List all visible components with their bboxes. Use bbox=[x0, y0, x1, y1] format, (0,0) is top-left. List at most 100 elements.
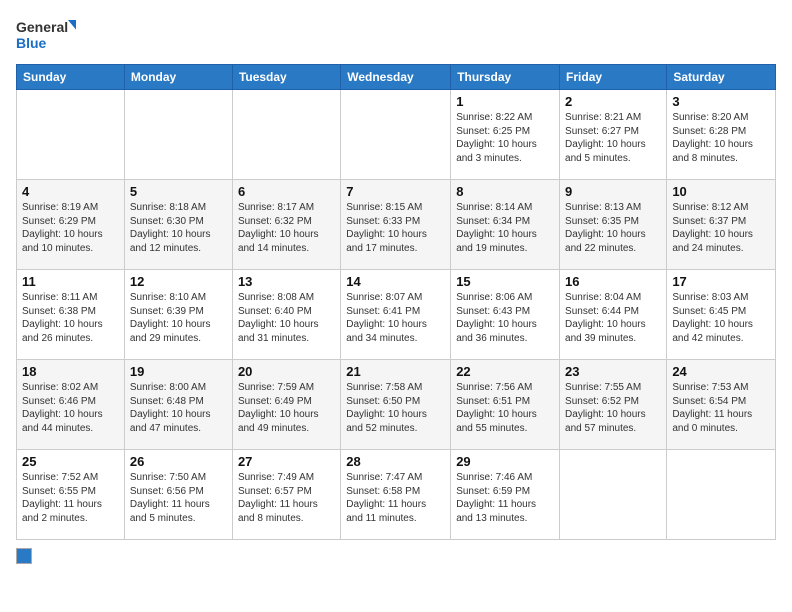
svg-text:Blue: Blue bbox=[16, 35, 47, 51]
day-number: 3 bbox=[672, 94, 770, 109]
day-number: 11 bbox=[22, 274, 119, 289]
calendar-day-cell: 23 Sunrise: 7:55 AM Sunset: 6:52 PM Dayli… bbox=[560, 360, 667, 450]
calendar-day-cell: 19 Sunrise: 8:00 AM Sunset: 6:48 PM Dayli… bbox=[124, 360, 232, 450]
calendar-day-cell: 1Sunrise: 8:22 AM Sunset: 6:25 PM Daylig… bbox=[451, 90, 560, 180]
day-number: 17 bbox=[672, 274, 770, 289]
day-info: Sunrise: 8:21 AM Sunset: 6:27 PM Dayligh… bbox=[565, 111, 661, 165]
day-info: Sunrise: 8:12 AM Sunset: 6:37 PM Dayligh… bbox=[672, 201, 770, 255]
day-number: 20 bbox=[238, 364, 335, 379]
calendar-day-cell bbox=[124, 90, 232, 180]
calendar-day-cell: 10Sunrise: 8:12 AM Sunset: 6:37 PM Dayli… bbox=[667, 180, 776, 270]
day-number: 18 bbox=[22, 364, 119, 379]
day-info: Sunrise: 7:47 AM Sunset: 6:58 PM Dayligh… bbox=[346, 471, 445, 525]
calendar-day-header: Saturday bbox=[667, 65, 776, 90]
day-info: Sunrise: 8:11 AM Sunset: 6:38 PM Dayligh… bbox=[22, 291, 119, 345]
calendar-day-cell: 8 Sunrise: 8:14 AM Sunset: 6:34 PM Daylig… bbox=[451, 180, 560, 270]
day-info: Sunrise: 8:19 AM Sunset: 6:29 PM Dayligh… bbox=[22, 201, 119, 255]
day-number: 6 bbox=[238, 184, 335, 199]
svg-text:General: General bbox=[16, 19, 68, 35]
calendar-week-row: 25Sunrise: 7:52 AM Sunset: 6:55 PM Dayli… bbox=[17, 450, 776, 540]
logo-svg: General Blue bbox=[16, 16, 76, 56]
day-info: Sunrise: 8:14 AM Sunset: 6:34 PM Dayligh… bbox=[456, 201, 554, 255]
day-info: Sunrise: 8:04 AM Sunset: 6:44 PM Dayligh… bbox=[565, 291, 661, 345]
day-number: 21 bbox=[346, 364, 445, 379]
day-info: Sunrise: 7:50 AM Sunset: 6:56 PM Dayligh… bbox=[130, 471, 227, 525]
calendar-day-cell: 17 Sunrise: 8:03 AM Sunset: 6:45 PM Dayli… bbox=[667, 270, 776, 360]
calendar-day-cell: 24 Sunrise: 7:53 AM Sunset: 6:54 PM Dayli… bbox=[667, 360, 776, 450]
calendar-day-header: Wednesday bbox=[341, 65, 451, 90]
calendar-day-cell: 18 Sunrise: 8:02 AM Sunset: 6:46 PM Dayli… bbox=[17, 360, 125, 450]
calendar-week-row: 4 Sunrise: 8:19 AM Sunset: 6:29 PM Daylig… bbox=[17, 180, 776, 270]
calendar-week-row: 1Sunrise: 8:22 AM Sunset: 6:25 PM Daylig… bbox=[17, 90, 776, 180]
calendar-day-cell: 14 Sunrise: 8:07 AM Sunset: 6:41 PM Dayli… bbox=[341, 270, 451, 360]
day-info: Sunrise: 8:10 AM Sunset: 6:39 PM Dayligh… bbox=[130, 291, 227, 345]
day-number: 26 bbox=[130, 454, 227, 469]
calendar-day-cell: 15Sunrise: 8:06 AM Sunset: 6:43 PM Dayli… bbox=[451, 270, 560, 360]
day-number: 23 bbox=[565, 364, 661, 379]
day-info: Sunrise: 8:00 AM Sunset: 6:48 PM Dayligh… bbox=[130, 381, 227, 435]
legend-color-box bbox=[16, 548, 32, 564]
calendar-day-cell: 9 Sunrise: 8:13 AM Sunset: 6:35 PM Daylig… bbox=[560, 180, 667, 270]
calendar-day-cell: 7 Sunrise: 8:15 AM Sunset: 6:33 PM Daylig… bbox=[341, 180, 451, 270]
calendar-day-cell: 4 Sunrise: 8:19 AM Sunset: 6:29 PM Daylig… bbox=[17, 180, 125, 270]
day-info: Sunrise: 7:58 AM Sunset: 6:50 PM Dayligh… bbox=[346, 381, 445, 435]
day-number: 14 bbox=[346, 274, 445, 289]
day-number: 22 bbox=[456, 364, 554, 379]
day-info: Sunrise: 8:13 AM Sunset: 6:35 PM Dayligh… bbox=[565, 201, 661, 255]
day-number: 2 bbox=[565, 94, 661, 109]
day-number: 29 bbox=[456, 454, 554, 469]
calendar-day-header: Monday bbox=[124, 65, 232, 90]
day-number: 27 bbox=[238, 454, 335, 469]
calendar-day-cell: 3 Sunrise: 8:20 AM Sunset: 6:28 PM Daylig… bbox=[667, 90, 776, 180]
logo: General Blue bbox=[16, 16, 76, 56]
calendar-header-row: SundayMondayTuesdayWednesdayThursdayFrid… bbox=[17, 65, 776, 90]
calendar-day-header: Friday bbox=[560, 65, 667, 90]
calendar-day-cell bbox=[232, 90, 340, 180]
day-number: 28 bbox=[346, 454, 445, 469]
day-info: Sunrise: 8:18 AM Sunset: 6:30 PM Dayligh… bbox=[130, 201, 227, 255]
day-info: Sunrise: 8:02 AM Sunset: 6:46 PM Dayligh… bbox=[22, 381, 119, 435]
calendar-day-cell bbox=[667, 450, 776, 540]
day-info: Sunrise: 8:20 AM Sunset: 6:28 PM Dayligh… bbox=[672, 111, 770, 165]
calendar-day-cell: 29 Sunrise: 7:46 AM Sunset: 6:59 PM Dayli… bbox=[451, 450, 560, 540]
calendar-day-cell: 2 Sunrise: 8:21 AM Sunset: 6:27 PM Daylig… bbox=[560, 90, 667, 180]
day-info: Sunrise: 7:59 AM Sunset: 6:49 PM Dayligh… bbox=[238, 381, 335, 435]
calendar-table: SundayMondayTuesdayWednesdayThursdayFrid… bbox=[16, 64, 776, 540]
day-number: 9 bbox=[565, 184, 661, 199]
calendar-day-header: Thursday bbox=[451, 65, 560, 90]
calendar-day-cell: 12 Sunrise: 8:10 AM Sunset: 6:39 PM Dayli… bbox=[124, 270, 232, 360]
day-number: 13 bbox=[238, 274, 335, 289]
day-number: 24 bbox=[672, 364, 770, 379]
day-number: 25 bbox=[22, 454, 119, 469]
day-number: 16 bbox=[565, 274, 661, 289]
day-info: Sunrise: 8:06 AM Sunset: 6:43 PM Dayligh… bbox=[456, 291, 554, 345]
calendar-day-cell: 6 Sunrise: 8:17 AM Sunset: 6:32 PM Daylig… bbox=[232, 180, 340, 270]
calendar-day-cell: 22 Sunrise: 7:56 AM Sunset: 6:51 PM Dayli… bbox=[451, 360, 560, 450]
calendar-day-cell: 21 Sunrise: 7:58 AM Sunset: 6:50 PM Dayli… bbox=[341, 360, 451, 450]
calendar-day-cell: 27Sunrise: 7:49 AM Sunset: 6:57 PM Dayli… bbox=[232, 450, 340, 540]
day-info: Sunrise: 7:55 AM Sunset: 6:52 PM Dayligh… bbox=[565, 381, 661, 435]
day-number: 8 bbox=[456, 184, 554, 199]
day-info: Sunrise: 8:07 AM Sunset: 6:41 PM Dayligh… bbox=[346, 291, 445, 345]
day-info: Sunrise: 8:15 AM Sunset: 6:33 PM Dayligh… bbox=[346, 201, 445, 255]
calendar-day-cell: 25Sunrise: 7:52 AM Sunset: 6:55 PM Dayli… bbox=[17, 450, 125, 540]
calendar-day-cell: 11 Sunrise: 8:11 AM Sunset: 6:38 PM Dayli… bbox=[17, 270, 125, 360]
calendar-day-cell: 13Sunrise: 8:08 AM Sunset: 6:40 PM Dayli… bbox=[232, 270, 340, 360]
calendar-day-header: Sunday bbox=[17, 65, 125, 90]
calendar-day-cell bbox=[560, 450, 667, 540]
legend bbox=[16, 548, 776, 564]
day-number: 7 bbox=[346, 184, 445, 199]
day-info: Sunrise: 8:03 AM Sunset: 6:45 PM Dayligh… bbox=[672, 291, 770, 345]
day-info: Sunrise: 7:46 AM Sunset: 6:59 PM Dayligh… bbox=[456, 471, 554, 525]
calendar-day-cell: 28 Sunrise: 7:47 AM Sunset: 6:58 PM Dayli… bbox=[341, 450, 451, 540]
calendar-week-row: 11 Sunrise: 8:11 AM Sunset: 6:38 PM Dayli… bbox=[17, 270, 776, 360]
day-number: 19 bbox=[130, 364, 227, 379]
calendar-day-cell: 16 Sunrise: 8:04 AM Sunset: 6:44 PM Dayli… bbox=[560, 270, 667, 360]
calendar-day-cell: 5Sunrise: 8:18 AM Sunset: 6:30 PM Daylig… bbox=[124, 180, 232, 270]
day-info: Sunrise: 7:56 AM Sunset: 6:51 PM Dayligh… bbox=[456, 381, 554, 435]
day-info: Sunrise: 8:17 AM Sunset: 6:32 PM Dayligh… bbox=[238, 201, 335, 255]
day-number: 12 bbox=[130, 274, 227, 289]
day-number: 4 bbox=[22, 184, 119, 199]
calendar-day-cell bbox=[341, 90, 451, 180]
day-info: Sunrise: 7:53 AM Sunset: 6:54 PM Dayligh… bbox=[672, 381, 770, 435]
